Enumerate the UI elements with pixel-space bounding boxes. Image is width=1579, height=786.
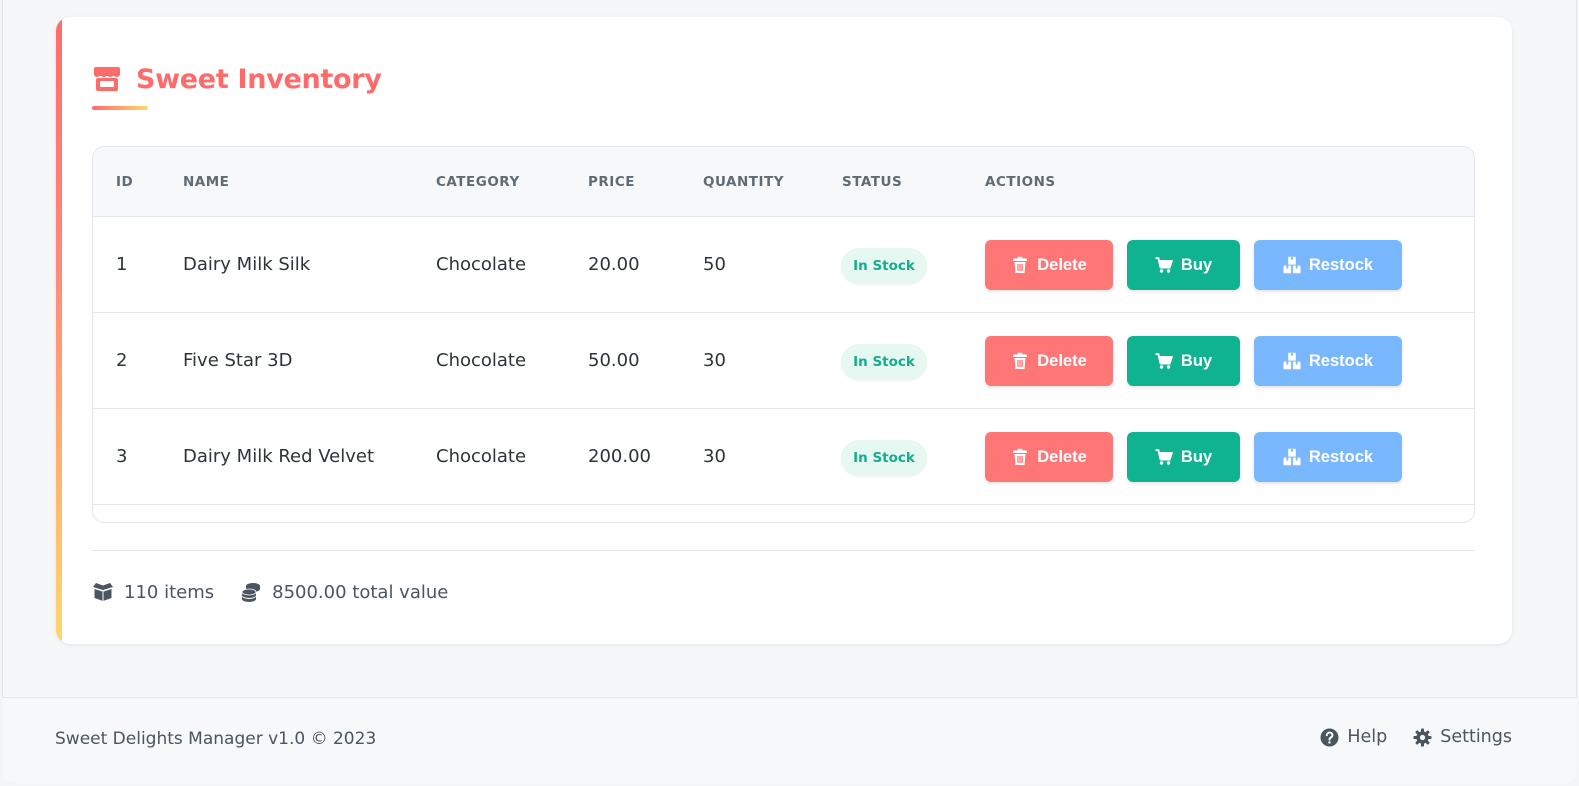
settings-link[interactable]: Settings <box>1413 727 1512 747</box>
restock-button[interactable]: Restock <box>1254 336 1402 386</box>
store-icon <box>92 65 122 93</box>
card-header: Sweet Inventory <box>92 61 382 97</box>
table-row: 3 Dairy Milk Red Velvet Chocolate 200.00… <box>93 409 1474 505</box>
buy-button[interactable]: Buy <box>1127 336 1240 386</box>
inventory-stats: 110 items 8500.00 total value <box>92 580 448 604</box>
title-underline <box>92 106 148 110</box>
buy-button-label: Buy <box>1180 255 1213 274</box>
cart-icon <box>1155 256 1173 274</box>
cell-price: 20.00 <box>588 254 640 275</box>
cell-quantity: 30 <box>703 446 726 467</box>
delete-button-label: Delete <box>1037 255 1087 274</box>
page-title: Sweet Inventory <box>136 63 382 95</box>
box-open-icon <box>92 582 114 602</box>
trash-icon <box>1011 256 1029 274</box>
restock-button[interactable]: Restock <box>1254 432 1402 482</box>
buy-button-label: Buy <box>1180 351 1213 370</box>
cell-id: 1 <box>116 254 128 275</box>
card-accent-bar <box>56 17 62 644</box>
status-badge: In Stock <box>841 248 927 284</box>
cell-name: Five Star 3D <box>183 350 293 371</box>
cell-name: Dairy Milk Silk <box>183 254 311 275</box>
settings-label: Settings <box>1440 727 1512 747</box>
cell-price: 200.00 <box>588 446 651 467</box>
stat-items: 110 items <box>92 582 214 603</box>
table-row: 2 Five Star 3D Chocolate 50.00 30 In Sto… <box>93 313 1474 409</box>
table-header-row: ID NAME CATEGORY PRICE QUANTITY STATUS A… <box>93 147 1474 217</box>
restock-button-label: Restock <box>1308 351 1374 370</box>
footer: Sweet Delights Manager v1.0 © 2023 Help <box>2 697 1577 784</box>
cell-id: 3 <box>116 446 128 467</box>
delete-button[interactable]: Delete <box>985 240 1113 290</box>
status-badge: In Stock <box>841 440 927 476</box>
cell-id: 2 <box>116 350 128 371</box>
column-header-price: PRICE <box>588 174 635 190</box>
delete-button-label: Delete <box>1037 447 1087 466</box>
stat-total-value-label: 8500.00 total value <box>272 581 449 603</box>
status-badge: In Stock <box>841 344 927 380</box>
column-header-name: NAME <box>183 174 230 190</box>
question-circle-icon <box>1320 728 1339 747</box>
cell-category: Chocolate <box>436 350 527 371</box>
restock-button[interactable]: Restock <box>1254 240 1402 290</box>
cell-price: 50.00 <box>588 350 640 371</box>
restock-button-label: Restock <box>1308 447 1374 466</box>
buy-button[interactable]: Buy <box>1127 240 1240 290</box>
boxes-icon <box>1283 448 1301 466</box>
column-header-status: STATUS <box>842 174 903 190</box>
delete-button[interactable]: Delete <box>985 432 1113 482</box>
column-header-actions: ACTIONS <box>985 174 1056 190</box>
gear-icon <box>1413 728 1432 747</box>
inventory-table: ID NAME CATEGORY PRICE QUANTITY STATUS A… <box>92 146 1475 523</box>
cell-name: Dairy Milk Red Velvet <box>183 446 375 467</box>
column-header-category: CATEGORY <box>436 174 520 190</box>
help-label: Help <box>1347 727 1388 747</box>
boxes-icon <box>1283 256 1301 274</box>
inventory-card: Sweet Inventory ID NAME CATEGORY PRICE Q… <box>56 17 1512 644</box>
cart-icon <box>1155 352 1173 370</box>
coins-icon <box>240 582 262 602</box>
buy-button-label: Buy <box>1180 447 1213 466</box>
delete-button[interactable]: Delete <box>985 336 1113 386</box>
cell-category: Chocolate <box>436 254 527 275</box>
stat-items-label: 110 items <box>124 581 215 603</box>
table-row: 1 Dairy Milk Silk Chocolate 20.00 50 In … <box>93 217 1474 313</box>
cart-icon <box>1155 448 1173 466</box>
buy-button[interactable]: Buy <box>1127 432 1240 482</box>
help-link[interactable]: Help <box>1320 727 1387 747</box>
footer-copyright: Sweet Delights Manager v1.0 © 2023 <box>55 729 377 749</box>
column-header-quantity: QUANTITY <box>703 174 784 190</box>
cell-quantity: 50 <box>703 254 726 275</box>
footer-links: Help Settings <box>1320 727 1512 747</box>
trash-icon <box>1011 448 1029 466</box>
stat-total-value: 8500.00 total value <box>240 582 448 603</box>
stats-divider <box>92 550 1475 551</box>
column-header-id: ID <box>116 174 134 190</box>
delete-button-label: Delete <box>1037 351 1087 370</box>
trash-icon <box>1011 352 1029 370</box>
restock-button-label: Restock <box>1308 255 1374 274</box>
boxes-icon <box>1283 352 1301 370</box>
cell-category: Chocolate <box>436 446 527 467</box>
cell-quantity: 30 <box>703 350 726 371</box>
